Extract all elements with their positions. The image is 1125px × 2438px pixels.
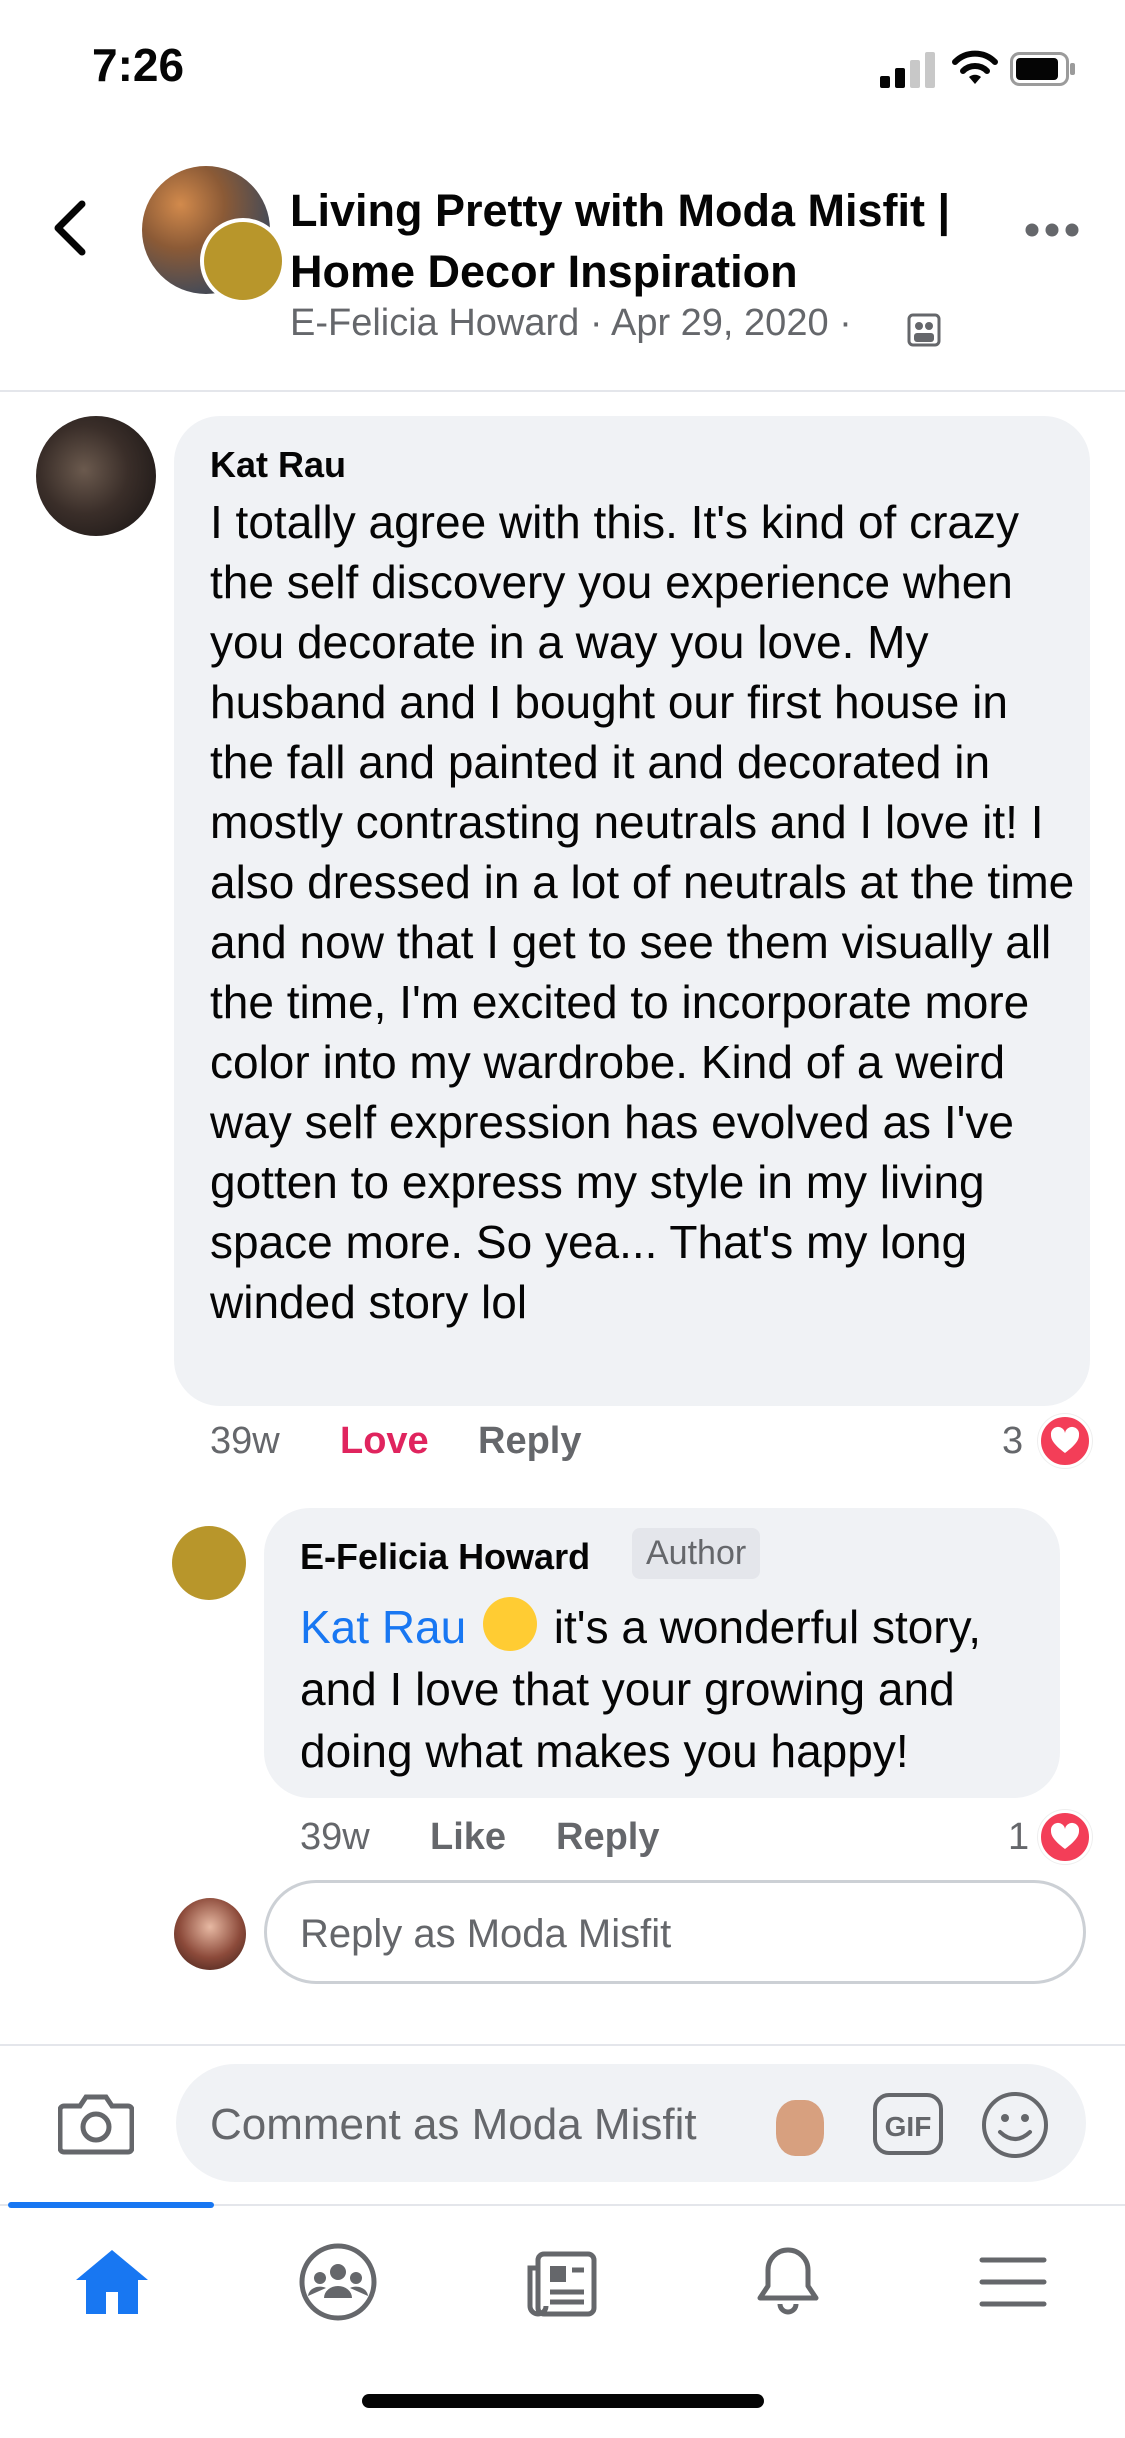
like-button[interactable]: Like [430, 1816, 506, 1859]
reply-text: Kat Rau it's a wonderful story, and I lo… [300, 1596, 1040, 1782]
camera-icon[interactable] [58, 2090, 134, 2156]
post-meta: E-Felicia Howard · Apr 29, 2020 · [290, 302, 852, 344]
reply-age: 39w [300, 1816, 370, 1858]
reply-reply-button[interactable]: Reply [556, 1816, 659, 1859]
reply-input-placeholder: Reply as Moda Misfit [300, 1912, 672, 1956]
comment-input-placeholder: Comment as Moda Misfit [210, 2100, 697, 2149]
current-user-avatar [174, 1898, 246, 1970]
reply-reaction-count[interactable]: 1 [1008, 1816, 1029, 1859]
reply-heart-reaction-icon[interactable] [1038, 1810, 1092, 1864]
group-privacy-icon [907, 313, 941, 347]
author-badge: Author [632, 1528, 761, 1579]
emoji-icon[interactable] [980, 2090, 1050, 2160]
avatar-sticker-icon[interactable] [776, 2100, 824, 2156]
home-tab-icon[interactable] [62, 2232, 162, 2332]
reaction-count[interactable]: 3 [1002, 1420, 1023, 1463]
comment-age: 39w [210, 1420, 280, 1462]
reply-button[interactable]: Reply [478, 1420, 581, 1463]
commenter-avatar[interactable] [36, 416, 156, 536]
header-divider [0, 390, 1125, 392]
active-tab-indicator [8, 2202, 214, 2208]
love-reaction-button[interactable]: Love [340, 1420, 429, 1463]
group-title-line2: Home Decor Inspiration [290, 246, 798, 297]
status-time: 7:26 [92, 39, 185, 91]
mention-link[interactable]: Kat Rau [300, 1601, 466, 1653]
cellular-signal-icon [880, 50, 936, 88]
groups-tab-icon[interactable] [288, 2232, 388, 2332]
heart-reaction-icon[interactable] [1038, 1414, 1092, 1468]
laughing-emoji-icon [483, 1597, 537, 1651]
author-avatar-badge [200, 218, 286, 304]
wifi-icon [952, 50, 998, 84]
menu-tab-icon[interactable] [962, 2232, 1062, 2332]
more-options-icon[interactable] [1024, 222, 1080, 238]
gif-button[interactable]: GIF [872, 2092, 944, 2156]
back-arrow-icon[interactable] [48, 198, 92, 258]
notifications-tab-icon[interactable] [738, 2232, 838, 2332]
reply-author[interactable]: E-Felicia Howard [300, 1536, 590, 1578]
news-tab-icon[interactable] [512, 2232, 612, 2332]
comment-text: I totally agree with this. It's kind of … [210, 496, 1075, 1328]
reply-author-avatar[interactable] [172, 1526, 246, 1600]
gif-label: GIF [885, 2111, 932, 2142]
home-indicator[interactable] [362, 2394, 764, 2408]
battery-icon [1010, 52, 1075, 86]
comment-author[interactable]: Kat Rau [210, 444, 346, 486]
group-title-line1: Living Pretty with Moda Misfit | [290, 185, 951, 236]
group-title[interactable]: Living Pretty with Moda Misfit | Home De… [290, 180, 990, 302]
